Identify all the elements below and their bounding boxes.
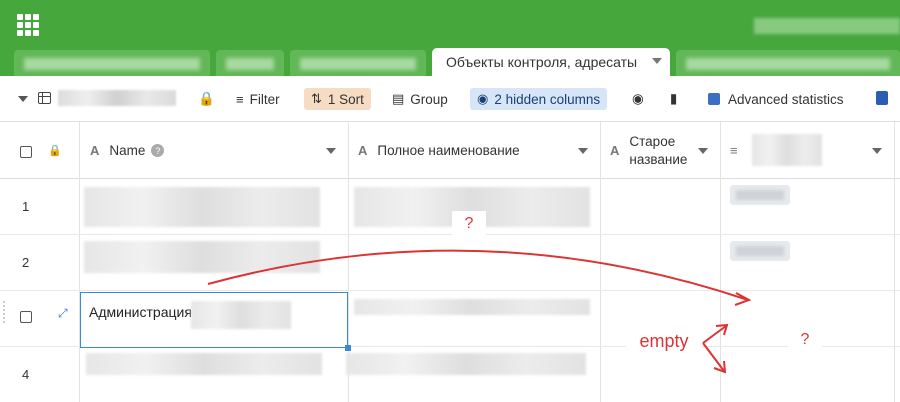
header-lock-icon: 🔒 — [48, 145, 62, 157]
app-header: Объекты контроля, адресаты — [0, 0, 900, 76]
column-header-label-redacted — [752, 134, 822, 166]
table-row[interactable]: 2 — [0, 235, 900, 291]
view-lock-icon[interactable]: 🔒 — [198, 88, 215, 110]
header-title-redacted — [754, 18, 900, 34]
grid-view-icon — [38, 92, 51, 104]
annotation-question-mark: ? — [452, 211, 486, 237]
column-header-label: Полное наименование — [377, 143, 520, 158]
row-number: 4 — [22, 367, 30, 382]
cell-redacted[interactable] — [346, 353, 586, 375]
filter-icon: ≡ — [236, 91, 244, 107]
cell-tag-redacted[interactable] — [730, 241, 790, 261]
cell-redacted[interactable] — [84, 187, 320, 227]
paint-bucket-icon[interactable]: ◉ — [632, 88, 644, 110]
select-all-checkbox[interactable] — [20, 146, 32, 158]
column-dropdown-icon[interactable] — [872, 148, 882, 154]
cell-redacted[interactable] — [354, 299, 590, 315]
text-type-icon: A — [358, 143, 368, 158]
grid-header-row: 🔒 A Name ? A Полное наименование A Старо… — [0, 122, 900, 179]
sort-icon: ⇅ — [311, 91, 322, 106]
text-type-icon: A — [90, 143, 100, 158]
table-row[interactable]: 4 — [0, 347, 900, 402]
column-header-redacted[interactable]: ≡ — [720, 122, 894, 179]
column-header-label: Старое название — [629, 133, 688, 167]
tab-redacted-1[interactable] — [14, 50, 210, 76]
filter-label: Filter — [249, 91, 280, 107]
view-name-redacted[interactable] — [58, 90, 176, 106]
column-header-name[interactable]: A Name ? — [80, 122, 348, 179]
tab-active-label: Объекты контроля, адресаты — [446, 54, 638, 70]
tab-active[interactable]: Объекты контроля, адресаты — [432, 48, 670, 76]
row-drag-handle-icon[interactable] — [2, 300, 6, 324]
annotation-empty-text: empty — [639, 330, 689, 351]
cell-redacted[interactable] — [84, 241, 320, 273]
document-icon[interactable] — [876, 91, 888, 105]
tab-redacted-4[interactable] — [676, 50, 900, 76]
group-label: Group — [410, 91, 448, 107]
column-header-old-name[interactable]: A Старое название — [600, 122, 720, 179]
eye-slash-icon: ◉ — [477, 91, 489, 106]
data-grid: 🔒 A Name ? A Полное наименование A Старо… — [0, 122, 900, 402]
annotation-empty-label: empty — [626, 326, 702, 356]
group-button[interactable]: ▤ Group — [392, 88, 448, 110]
table-row[interactable]: 1 — [0, 179, 900, 235]
help-icon[interactable]: ? — [151, 144, 165, 157]
tab-redacted-3[interactable] — [290, 50, 426, 76]
view-toolbar: 🔒 ≡ Filter ⇅ 1 Sort ▤ Group ◉ 2 hidden c… — [0, 76, 900, 122]
filter-button[interactable]: ≡ Filter — [236, 88, 280, 110]
annotation-question-mark: ? — [788, 327, 822, 353]
advanced-statistics-label: Advanced statistics — [728, 91, 844, 107]
row-number: 1 — [22, 199, 30, 214]
selected-cell[interactable]: Администрация — [80, 292, 351, 351]
column-dropdown-icon[interactable] — [578, 148, 588, 154]
tab-redacted-2[interactable] — [216, 50, 284, 76]
table-tabs: Объекты контроля, адресаты — [0, 48, 900, 76]
advanced-statistics-button[interactable]: Advanced statistics — [708, 88, 844, 110]
long-text-type-icon: ≡ — [730, 143, 738, 158]
cell-name-value: Администрация — [89, 304, 192, 320]
sort-label: 1 Sort — [327, 91, 364, 107]
group-icon: ▤ — [392, 91, 405, 106]
text-type-icon: A — [610, 143, 620, 158]
sort-button[interactable]: ⇅ 1 Sort — [304, 88, 371, 110]
hidden-columns-button[interactable]: ◉ 2 hidden columns — [470, 88, 608, 110]
column-header-label: Name — [109, 143, 146, 158]
row-height-icon[interactable]: ▮ — [670, 88, 677, 110]
column-dropdown-icon[interactable] — [326, 148, 336, 154]
cell-redacted[interactable] — [86, 353, 322, 375]
view-menu-caret-icon[interactable] — [18, 96, 28, 102]
row-number: 2 — [22, 255, 30, 270]
column-header-full-name[interactable]: A Полное наименование — [348, 122, 600, 179]
hidden-columns-label: 2 hidden columns — [494, 91, 601, 107]
expand-row-icon[interactable]: ⤢ — [58, 306, 68, 321]
cell-tag-redacted[interactable] — [730, 185, 790, 205]
row-checkbox[interactable] — [20, 311, 32, 323]
cell-text-redacted — [191, 301, 291, 329]
apps-grid-icon[interactable] — [17, 14, 39, 36]
tab-dropdown-caret-icon[interactable] — [652, 58, 662, 64]
statistics-icon — [708, 93, 720, 105]
column-dropdown-icon[interactable] — [698, 148, 708, 154]
